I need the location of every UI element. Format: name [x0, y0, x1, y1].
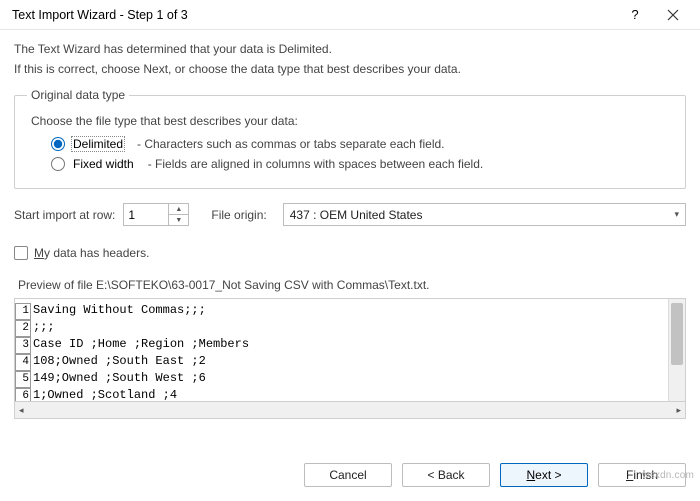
- window-title: Text Import Wizard - Step 1 of 3: [12, 8, 188, 22]
- scrollbar-thumb[interactable]: [671, 303, 683, 365]
- radio-fixed-width[interactable]: Fixed width - Fields are aligned in colu…: [51, 156, 673, 172]
- file-origin-label: File origin:: [211, 208, 266, 222]
- file-origin-value: 437 : OEM United States: [290, 208, 423, 222]
- preview-content: 1Saving Without Commas;;;2;;;3Case ID ;H…: [15, 299, 668, 401]
- spinner-buttons[interactable]: ▲ ▼: [168, 204, 188, 225]
- line-text: Case ID ;Home ;Region ;Members: [33, 337, 249, 354]
- row-import: Start import at row: ▲ ▼ File origin: 43…: [14, 203, 686, 226]
- file-origin-dropdown[interactable]: 437 : OEM United States ▾: [283, 203, 686, 226]
- line-text: 149;Owned ;South West ;6: [33, 371, 206, 388]
- vertical-scrollbar[interactable]: [668, 299, 685, 401]
- start-row-label: Start import at row:: [14, 208, 115, 222]
- horizontal-scrollbar[interactable]: ◂ ▸: [14, 402, 686, 419]
- choose-label: Choose the file type that best describes…: [31, 114, 673, 128]
- close-icon: [667, 9, 679, 21]
- line-number: 2: [15, 320, 31, 337]
- group-legend: Original data type: [27, 88, 129, 102]
- spinner-down-icon[interactable]: ▼: [169, 215, 188, 225]
- line-text: 1;Owned ;Scotland ;4: [33, 388, 177, 401]
- headers-checkbox[interactable]: [14, 246, 28, 260]
- radio-fixed-input[interactable]: [51, 157, 65, 171]
- radio-delimited-label: Delimited: [71, 136, 125, 152]
- scroll-right-icon[interactable]: ▸: [676, 405, 681, 416]
- preview-line: 2;;;: [15, 320, 668, 337]
- line-number: 1: [15, 303, 31, 320]
- intro-line-2: If this is correct, choose Next, or choo…: [14, 62, 686, 76]
- radio-delimited-input[interactable]: [51, 137, 65, 151]
- preview-line: 1Saving Without Commas;;;: [15, 303, 668, 320]
- line-number: 4: [15, 354, 31, 371]
- preview-line: 5149;Owned ;South West ;6: [15, 371, 668, 388]
- start-row-spinner[interactable]: ▲ ▼: [123, 203, 189, 226]
- original-data-type-group: Original data type Choose the file type …: [14, 88, 686, 189]
- headers-checkbox-row[interactable]: My data has headers.: [14, 246, 686, 260]
- scroll-left-icon[interactable]: ◂: [19, 405, 24, 416]
- cancel-button[interactable]: Cancel: [304, 463, 392, 487]
- footer-buttons: Cancel < Back Next > Finish: [0, 449, 700, 501]
- line-text: Saving Without Commas;;;: [33, 303, 206, 320]
- line-number: 3: [15, 337, 31, 354]
- intro-line-1: The Text Wizard has determined that your…: [14, 42, 686, 56]
- line-number: 6: [15, 388, 31, 401]
- spinner-up-icon[interactable]: ▲: [169, 204, 188, 215]
- radio-fixed-desc: - Fields are aligned in columns with spa…: [148, 157, 484, 171]
- preview-line: 3Case ID ;Home ;Region ;Members: [15, 337, 668, 354]
- line-text: ;;;: [33, 320, 55, 337]
- back-button[interactable]: < Back: [402, 463, 490, 487]
- headers-checkbox-label: My data has headers.: [34, 246, 149, 260]
- chevron-down-icon: ▾: [674, 209, 679, 220]
- radio-fixed-label: Fixed width: [71, 156, 136, 172]
- help-button[interactable]: ?: [616, 1, 654, 29]
- preview-line: 4108;Owned ;South East ;2: [15, 354, 668, 371]
- finish-button[interactable]: Finish: [598, 463, 686, 487]
- close-button[interactable]: [654, 1, 692, 29]
- preview-line: 61;Owned ;Scotland ;4: [15, 388, 668, 401]
- preview-area: 1Saving Without Commas;;;2;;;3Case ID ;H…: [14, 298, 686, 402]
- line-number: 5: [15, 371, 31, 388]
- start-row-input[interactable]: [124, 204, 168, 225]
- radio-delimited-desc: - Characters such as commas or tabs sepa…: [137, 137, 444, 151]
- preview-label: Preview of file E:\SOFTEKO\63-0017_Not S…: [18, 278, 686, 292]
- radio-delimited[interactable]: Delimited - Characters such as commas or…: [51, 136, 673, 152]
- line-text: 108;Owned ;South East ;2: [33, 354, 206, 371]
- titlebar: Text Import Wizard - Step 1 of 3 ?: [0, 0, 700, 30]
- next-button[interactable]: Next >: [500, 463, 588, 487]
